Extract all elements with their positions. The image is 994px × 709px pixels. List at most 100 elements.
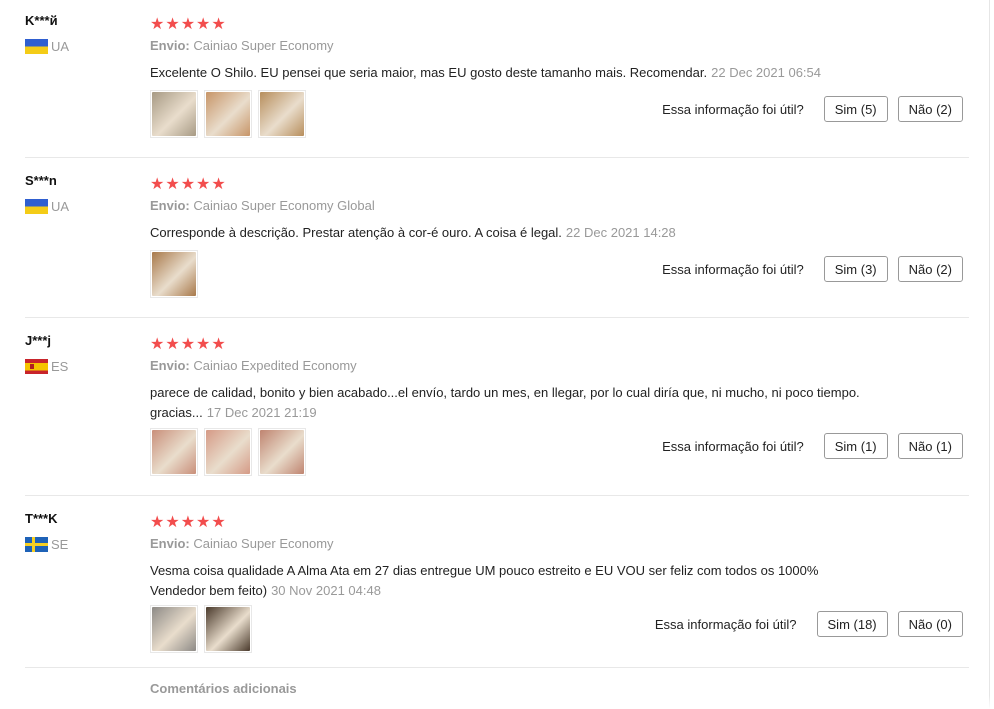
review-photo[interactable] [150, 90, 198, 138]
star-icon: ★ [211, 336, 227, 353]
country-code: UA [51, 198, 70, 214]
star-icon: ★ [150, 514, 166, 531]
review-date: 22 Dec 2021 06:54 [711, 65, 821, 80]
star-icon: ★ [211, 176, 227, 193]
star-icon: ★ [211, 514, 227, 531]
more-comments-link[interactable]: Comentários adicionais [150, 681, 297, 696]
review-divider [25, 495, 969, 496]
country-flag-icon [25, 198, 48, 214]
star-icon: ★ [150, 176, 166, 193]
photo-thumbnail-image [152, 92, 196, 136]
helpful-vote: Essa informação foi útil? Sim (18) Não (… [655, 611, 963, 637]
star-icon: ★ [150, 336, 166, 353]
star-rating: ★★★★★ [150, 14, 227, 34]
review-item: S***n UA ★★★★★ Envio: Cainiao Super Econ… [0, 160, 994, 330]
review-body: Excelente O Shilo. EU pensei que seria m… [150, 65, 708, 80]
shipping-info: Envio: Cainiao Expedited Economy [150, 358, 357, 373]
helpful-no-button[interactable]: Não (2) [897, 96, 963, 122]
shipping-method: Cainiao Super Economy [193, 38, 334, 53]
shipping-info: Envio: Cainiao Super Economy Global [150, 198, 375, 213]
reviewer-country: SE [25, 536, 68, 552]
photo-thumbnail-image [206, 430, 250, 474]
star-icon: ★ [180, 16, 197, 33]
review-text: parece de calidad, bonito y bien acabado… [150, 383, 870, 423]
helpful-yes-button[interactable]: Sim (18) [816, 611, 888, 637]
photo-thumbnail-image [206, 607, 250, 651]
review-text: Corresponde à descrição. Prestar atenção… [150, 223, 870, 243]
reviewer-country: UA [25, 38, 69, 54]
review-photo[interactable] [204, 605, 252, 653]
star-icon: ★ [150, 16, 166, 33]
review-photos [150, 250, 198, 298]
reviewer-name: T***K [25, 511, 58, 526]
helpful-question: Essa informação foi útil? [654, 616, 797, 632]
review-photo[interactable] [150, 250, 198, 298]
shipping-label: Envio: [150, 536, 190, 551]
country-flag-icon [25, 536, 48, 552]
helpful-no-button[interactable]: Não (1) [897, 433, 963, 459]
country-flag-icon [25, 38, 48, 54]
country-code: SE [51, 536, 69, 552]
country-flag-icon [25, 358, 48, 374]
star-icon: ★ [180, 176, 197, 193]
photo-thumbnail-image [152, 607, 196, 651]
reviewer-name: S***n [25, 173, 57, 188]
review-body: Corresponde à descrição. Prestar atenção… [150, 225, 562, 240]
photo-thumbnail-image [260, 430, 304, 474]
review-photo[interactable] [150, 605, 198, 653]
review-text: Excelente O Shilo. EU pensei que seria m… [150, 63, 870, 83]
helpful-no-button[interactable]: Não (2) [897, 256, 963, 282]
review-photo[interactable] [258, 90, 306, 138]
review-photo[interactable] [204, 90, 252, 138]
star-icon: ★ [211, 16, 227, 33]
star-icon: ★ [165, 176, 181, 193]
helpful-vote: Essa informação foi útil? Sim (1) Não (1… [662, 433, 963, 459]
reviewer-name: J***j [25, 333, 52, 348]
shipping-method: Cainiao Super Economy Global [193, 198, 375, 213]
star-icon: ★ [196, 16, 212, 33]
review-body: Vesma coisa qualidade A Alma Ata em 27 d… [150, 563, 819, 598]
review-divider [25, 667, 969, 668]
review-date: 30 Nov 2021 04:48 [271, 583, 381, 598]
star-icon: ★ [196, 336, 212, 353]
helpful-yes-button[interactable]: Sim (5) [823, 96, 888, 122]
review-divider [25, 157, 969, 158]
review-date: 17 Dec 2021 21:19 [206, 405, 317, 420]
star-icon: ★ [165, 16, 181, 33]
star-icon: ★ [165, 336, 181, 353]
review-photos [150, 605, 252, 653]
helpful-vote: Essa informação foi útil? Sim (5) Não (2… [662, 96, 963, 122]
star-icon: ★ [165, 514, 181, 531]
helpful-question: Essa informação foi útil? [662, 261, 804, 277]
review-photos [150, 428, 306, 476]
review-photo[interactable] [150, 428, 198, 476]
review-item: K***й UA ★★★★★ Envio: Cainiao Super Econ… [0, 0, 994, 170]
shipping-method: Cainiao Super Economy [193, 536, 334, 551]
helpful-yes-button[interactable]: Sim (1) [823, 433, 888, 459]
star-icon: ★ [196, 514, 212, 531]
shipping-info: Envio: Cainiao Super Economy [150, 536, 334, 551]
shipping-method: Cainiao Expedited Economy [193, 358, 357, 373]
reviewer-country: ES [25, 358, 68, 374]
helpful-no-button[interactable]: Não (0) [897, 611, 963, 637]
star-rating: ★★★★★ [150, 174, 227, 194]
star-icon: ★ [180, 336, 197, 353]
shipping-label: Envio: [150, 358, 190, 373]
photo-thumbnail-image [206, 92, 250, 136]
shipping-info: Envio: Cainiao Super Economy [150, 38, 334, 53]
reviewer-name: K***й [25, 13, 58, 28]
review-photo[interactable] [258, 428, 306, 476]
country-code: UA [51, 38, 70, 54]
star-icon: ★ [196, 176, 212, 193]
review-photos [150, 90, 306, 138]
helpful-yes-button[interactable]: Sim (3) [823, 256, 888, 282]
helpful-question: Essa informação foi útil? [662, 438, 804, 454]
photo-thumbnail-image [152, 252, 196, 296]
helpful-question: Essa informação foi útil? [662, 101, 804, 117]
review-photo[interactable] [204, 428, 252, 476]
review-item: T***K SE ★★★★★ Envio: Cainiao Super Econ… [0, 498, 994, 668]
star-icon: ★ [180, 514, 197, 531]
photo-thumbnail-image [152, 430, 196, 474]
helpful-vote: Essa informação foi útil? Sim (3) Não (2… [662, 256, 963, 282]
star-rating: ★★★★★ [150, 512, 227, 532]
